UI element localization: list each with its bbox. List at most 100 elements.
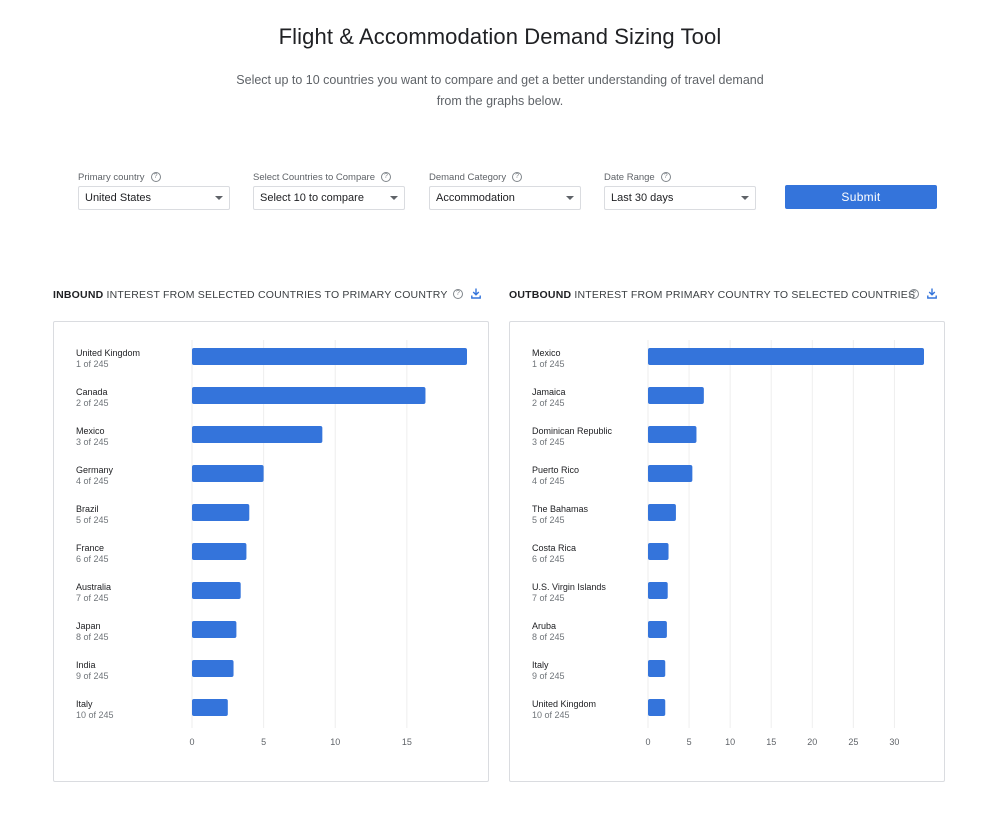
- bar[interactable]: [192, 621, 237, 638]
- caret-down-icon: [390, 196, 398, 200]
- date-range-value: Last 30 days: [611, 192, 674, 204]
- bar[interactable]: [648, 465, 693, 482]
- page-subtitle: Select up to 10 countries you want to co…: [236, 73, 764, 108]
- download-icon[interactable]: [471, 288, 481, 299]
- inbound-title-bold: INBOUND: [53, 289, 104, 301]
- rank-label: 3 of 245: [532, 437, 565, 447]
- date-range-select[interactable]: Last 30 days: [604, 186, 756, 210]
- x-tick-label: 10: [330, 737, 340, 747]
- category-label: The Bahamas: [532, 504, 589, 514]
- x-tick-label: 15: [766, 737, 776, 747]
- compare-countries-label: Select Countries to Compare: [253, 171, 375, 183]
- caret-down-icon: [566, 196, 574, 200]
- primary-country-value: United States: [85, 192, 152, 204]
- bar[interactable]: [192, 582, 241, 599]
- primary-country-field: Primary country? United States: [78, 170, 230, 210]
- category-label: Mexico: [532, 348, 561, 358]
- x-tick-label: 15: [402, 737, 412, 747]
- help-circle-icon[interactable]: ?: [909, 288, 919, 299]
- submit-button[interactable]: Submit: [785, 185, 937, 209]
- rank-label: 8 of 245: [76, 632, 109, 642]
- caret-down-icon: [215, 196, 223, 200]
- outbound-title-rest: INTEREST FROM PRIMARY COUNTRY TO SELECTE…: [574, 289, 916, 301]
- category-label: Aruba: [532, 621, 556, 631]
- x-tick-label: 5: [687, 737, 692, 747]
- category-label: Italy: [532, 660, 549, 670]
- rank-label: 10 of 245: [532, 710, 570, 720]
- primary-country-select[interactable]: United States: [78, 186, 230, 210]
- bar[interactable]: [648, 426, 697, 443]
- demand-category-select[interactable]: Accommodation: [429, 186, 581, 210]
- bar[interactable]: [192, 660, 234, 677]
- inbound-title-rest: INTEREST FROM SELECTED COUNTRIES TO PRIM…: [106, 289, 448, 301]
- date-range-field: Date Range? Last 30 days: [604, 170, 756, 210]
- bar[interactable]: [648, 582, 668, 599]
- rank-label: 10 of 245: [76, 710, 114, 720]
- rank-label: 5 of 245: [76, 515, 109, 525]
- outbound-bar-chart: 0 5 10 15 20 25 30 Mexico1 of 245 Jamaica2 of 24…: [532, 340, 924, 747]
- rank-label: 1 of 245: [532, 359, 565, 369]
- compare-countries-select[interactable]: Select 10 to compare: [253, 186, 405, 210]
- rank-label: 6 of 245: [532, 554, 565, 564]
- help-circle-icon[interactable]: ?: [453, 288, 463, 299]
- category-label: Japan: [76, 621, 101, 631]
- category-label: India: [76, 660, 96, 670]
- category-label: Mexico: [76, 426, 105, 436]
- rank-label: 4 of 245: [76, 476, 109, 486]
- x-tick-label: 0: [189, 737, 194, 747]
- rank-label: 1 of 245: [76, 359, 109, 369]
- rank-label: 5 of 245: [532, 515, 565, 525]
- bar[interactable]: [192, 543, 247, 560]
- bar[interactable]: [648, 543, 669, 560]
- x-tick-label: 25: [848, 737, 858, 747]
- rank-label: 6 of 245: [76, 554, 109, 564]
- category-label: Costa Rica: [532, 543, 576, 553]
- rank-label: 7 of 245: [532, 593, 565, 603]
- bar[interactable]: [192, 699, 228, 716]
- category-label: U.S. Virgin Islands: [532, 582, 606, 592]
- rank-label: 7 of 245: [76, 593, 109, 603]
- caret-down-icon: [741, 196, 749, 200]
- inbound-chart-title: INBOUND INTEREST FROM SELECTED COUNTRIES…: [53, 289, 448, 301]
- x-tick-label: 10: [725, 737, 735, 747]
- bar[interactable]: [192, 348, 467, 365]
- bar[interactable]: [648, 387, 704, 404]
- bar[interactable]: [648, 348, 924, 365]
- bar[interactable]: [648, 621, 667, 638]
- rank-label: 8 of 245: [532, 632, 565, 642]
- category-label: United Kingdom: [532, 699, 596, 709]
- category-label: Australia: [76, 582, 111, 592]
- date-range-label: Date Range: [604, 171, 655, 183]
- bar[interactable]: [192, 465, 264, 482]
- x-tick-label: 5: [261, 737, 266, 747]
- bar[interactable]: [648, 504, 676, 521]
- rank-label: 9 of 245: [76, 671, 109, 681]
- inbound-chart-panel: 0 5 10 15 United Kingdom 1 of 245 Canada 2 of 2…: [53, 321, 489, 782]
- help-circle-icon[interactable]: ?: [512, 172, 523, 182]
- category-label: United Kingdom: [76, 348, 140, 358]
- help-circle-icon[interactable]: ?: [660, 172, 671, 182]
- demand-category-field: Demand Category? Accommodation: [429, 170, 581, 210]
- compare-countries-field: Select Countries to Compare? Select 10 t…: [253, 170, 405, 210]
- outbound-title-bold: OUTBOUND: [509, 289, 572, 301]
- page-title: Flight & Accommodation Demand Sizing Too…: [278, 24, 722, 49]
- x-tick-label: 30: [889, 737, 899, 747]
- help-circle-icon[interactable]: ?: [380, 172, 391, 182]
- bar[interactable]: [192, 387, 426, 404]
- category-label: France: [76, 543, 104, 553]
- download-icon[interactable]: [927, 288, 937, 299]
- bar[interactable]: [648, 699, 666, 716]
- help-circle-icon[interactable]: ?: [150, 172, 161, 182]
- category-label: Jamaica: [532, 387, 566, 397]
- category-label: Germany: [76, 465, 114, 475]
- bar[interactable]: [192, 426, 323, 443]
- rank-label: 9 of 245: [532, 671, 565, 681]
- rank-label: 3 of 245: [76, 437, 109, 447]
- outbound-chart-title: OUTBOUND INTEREST FROM PRIMARY COUNTRY T…: [509, 289, 915, 301]
- category-label: Dominican Republic: [532, 426, 613, 436]
- inbound-bar-chart: 0 5 10 15 United Kingdom1 of 245 Canada2 of 2…: [76, 340, 467, 747]
- category-label: Italy: [76, 699, 93, 709]
- x-tick-label: 0: [645, 737, 650, 747]
- bar[interactable]: [648, 660, 666, 677]
- bar[interactable]: [192, 504, 250, 521]
